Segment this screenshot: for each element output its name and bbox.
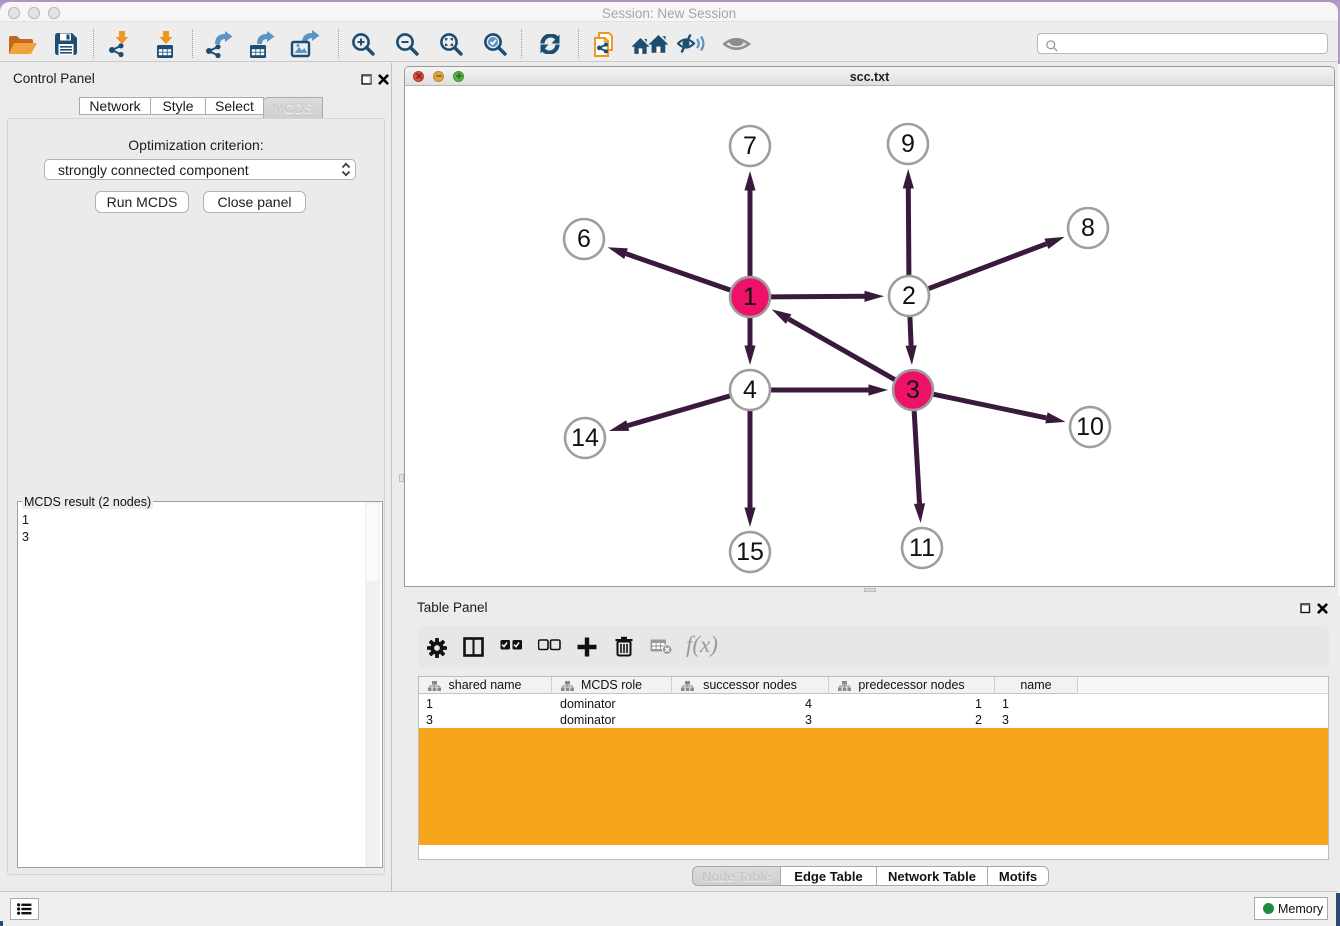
svg-text:3: 3 bbox=[906, 376, 920, 404]
svg-text:15: 15 bbox=[736, 538, 764, 566]
svg-text:6: 6 bbox=[577, 225, 591, 253]
svg-text:8: 8 bbox=[1081, 214, 1095, 242]
svg-text:1: 1 bbox=[743, 283, 757, 311]
svg-text:14: 14 bbox=[571, 424, 599, 452]
svg-text:2: 2 bbox=[902, 282, 916, 310]
svg-text:7: 7 bbox=[743, 132, 757, 160]
svg-text:11: 11 bbox=[909, 534, 935, 562]
svg-text:10: 10 bbox=[1076, 413, 1104, 441]
svg-text:4: 4 bbox=[743, 376, 757, 404]
svg-text:9: 9 bbox=[901, 130, 915, 158]
